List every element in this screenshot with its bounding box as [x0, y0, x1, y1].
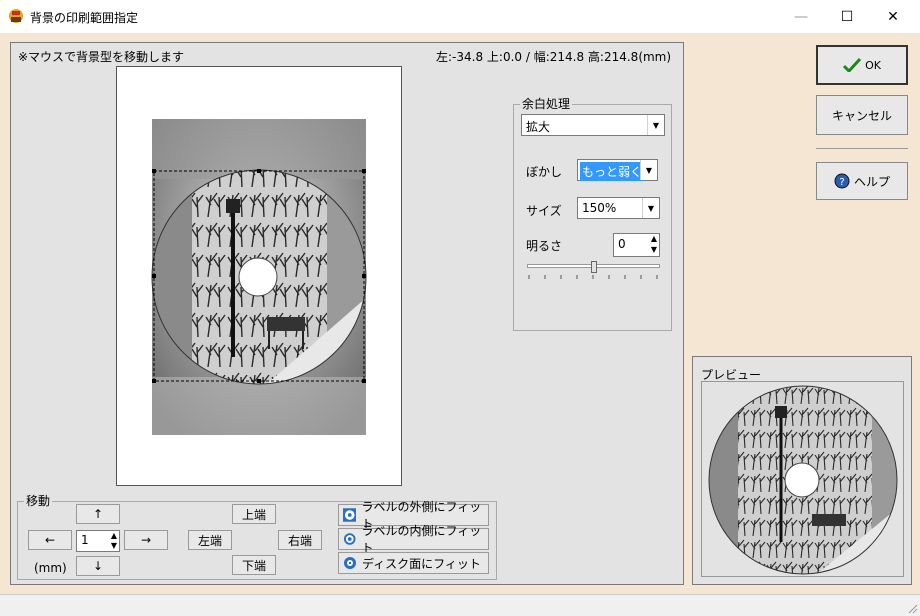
blur-select[interactable]: もっと弱く ▼	[577, 159, 658, 181]
slider-ticks	[528, 275, 658, 279]
title-bar: 背景の印刷範囲指定 — ☐ ✕	[0, 0, 920, 33]
preview-image	[708, 385, 898, 575]
minimize-button[interactable]: —	[778, 0, 824, 33]
app-icon	[9, 9, 23, 23]
fit-disc-face-label: ディスク面にフィット	[362, 556, 481, 571]
spin-up-icon[interactable]: ▲	[651, 234, 657, 243]
brightness-spinner[interactable]: 0 ▲ ▼	[613, 233, 660, 257]
slider-thumb[interactable]	[591, 261, 597, 273]
chevron-down-icon: ▼	[640, 160, 657, 180]
print-page	[116, 66, 402, 486]
help-button[interactable]: ? ヘルプ	[816, 162, 908, 200]
chevron-down-icon: ▼	[642, 198, 659, 218]
cancel-button[interactable]: キャンセル	[816, 95, 908, 135]
help-label: ヘルプ	[853, 174, 890, 189]
resize-grip-icon[interactable]	[906, 602, 918, 614]
disc-icon	[344, 557, 356, 569]
coordinates-readout: 左:-34.8 上:0.0 / 幅:214.8 高:214.8(mm)	[436, 50, 672, 64]
preview-frame	[701, 381, 904, 577]
spin-down-icon[interactable]: ▼	[651, 245, 657, 254]
brightness-slider[interactable]	[527, 261, 660, 283]
fit-inner-label-button[interactable]: ラベルの内側にフィット	[338, 524, 489, 555]
size-value: 150%	[582, 201, 617, 215]
size-select[interactable]: 150% ▼	[577, 197, 660, 219]
move-step-value: 1	[81, 533, 89, 547]
move-right-button[interactable]: →	[124, 530, 168, 550]
preview-panel: プレビュー	[692, 356, 912, 585]
spin-down-icon[interactable]: ▼	[111, 541, 117, 550]
disc-center-hole	[238, 257, 278, 297]
brightness-label: 明るさ	[526, 239, 563, 253]
disc-icon	[343, 533, 356, 545]
move-group-title: 移動	[24, 494, 53, 508]
checkmark-icon	[843, 58, 862, 72]
blur-value: もっと弱く	[580, 162, 645, 181]
chevron-down-icon: ▼	[647, 115, 664, 135]
bottom-edge-button[interactable]: 下端	[232, 555, 276, 575]
unit-label: (mm)	[34, 561, 67, 575]
left-edge-button[interactable]: 左端	[188, 530, 232, 550]
top-edge-button[interactable]: 上端	[232, 504, 276, 524]
spin-up-icon[interactable]: ▲	[111, 531, 117, 540]
svg-text:?: ?	[839, 177, 844, 188]
close-button[interactable]: ✕	[870, 0, 916, 33]
move-up-button[interactable]: ↑	[76, 504, 120, 524]
fit-disc-face-button[interactable]: ディスク面にフィット	[338, 552, 489, 574]
fit-inner-label: ラベルの内側にフィット	[361, 524, 482, 555]
status-bar	[0, 594, 920, 616]
background-image-canvas[interactable]	[117, 67, 402, 486]
move-down-button[interactable]: ↓	[76, 556, 120, 576]
move-step-spinner[interactable]: 1 ▲ ▼	[76, 530, 120, 552]
window-title: 背景の印刷範囲指定	[30, 11, 139, 25]
ok-label: OK	[865, 58, 881, 72]
ok-button[interactable]: OK	[816, 45, 908, 85]
hint-text: ※マウスで背景型を移動します	[18, 50, 185, 64]
move-left-button[interactable]: ←	[28, 530, 72, 550]
margin-mode-select[interactable]: 拡大 ▼	[521, 114, 665, 136]
size-label: サイズ	[526, 204, 562, 218]
help-icon: ?	[834, 173, 850, 189]
brightness-value: 0	[618, 237, 626, 251]
maximize-button[interactable]: ☐	[824, 0, 870, 33]
divider	[816, 148, 908, 149]
blur-label: ぼかし	[526, 165, 563, 179]
margin-processing-title: 余白処理	[520, 97, 573, 111]
disc-icon	[343, 508, 357, 522]
margin-mode-value: 拡大	[526, 120, 551, 134]
right-edge-button[interactable]: 右端	[278, 530, 322, 550]
